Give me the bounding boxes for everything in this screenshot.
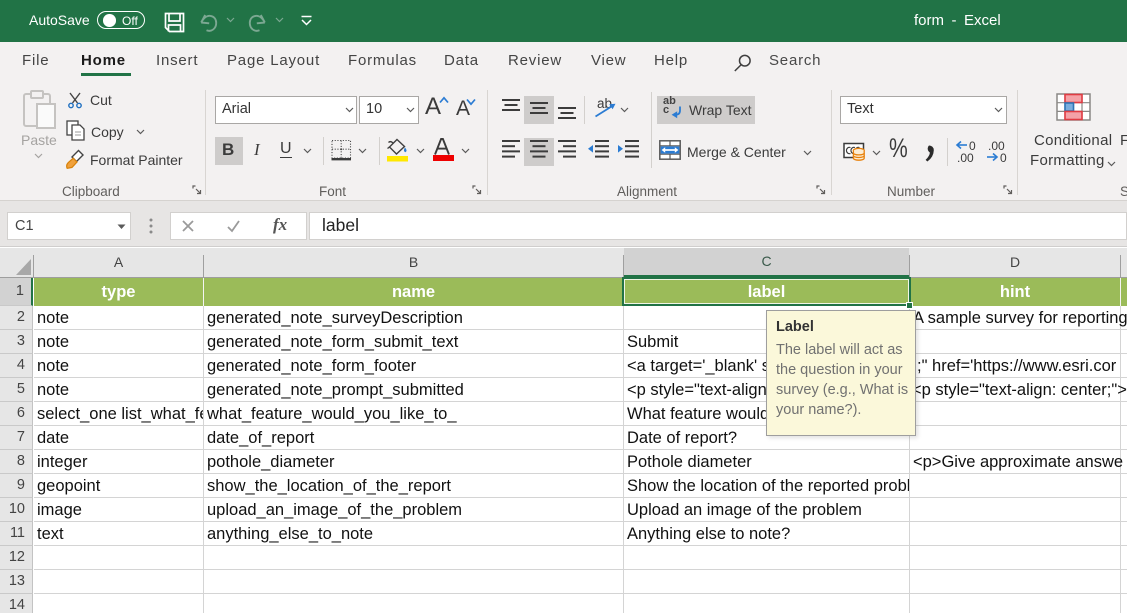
svg-text:0: 0 [1000,151,1007,163]
svg-text:.00: .00 [957,151,974,163]
